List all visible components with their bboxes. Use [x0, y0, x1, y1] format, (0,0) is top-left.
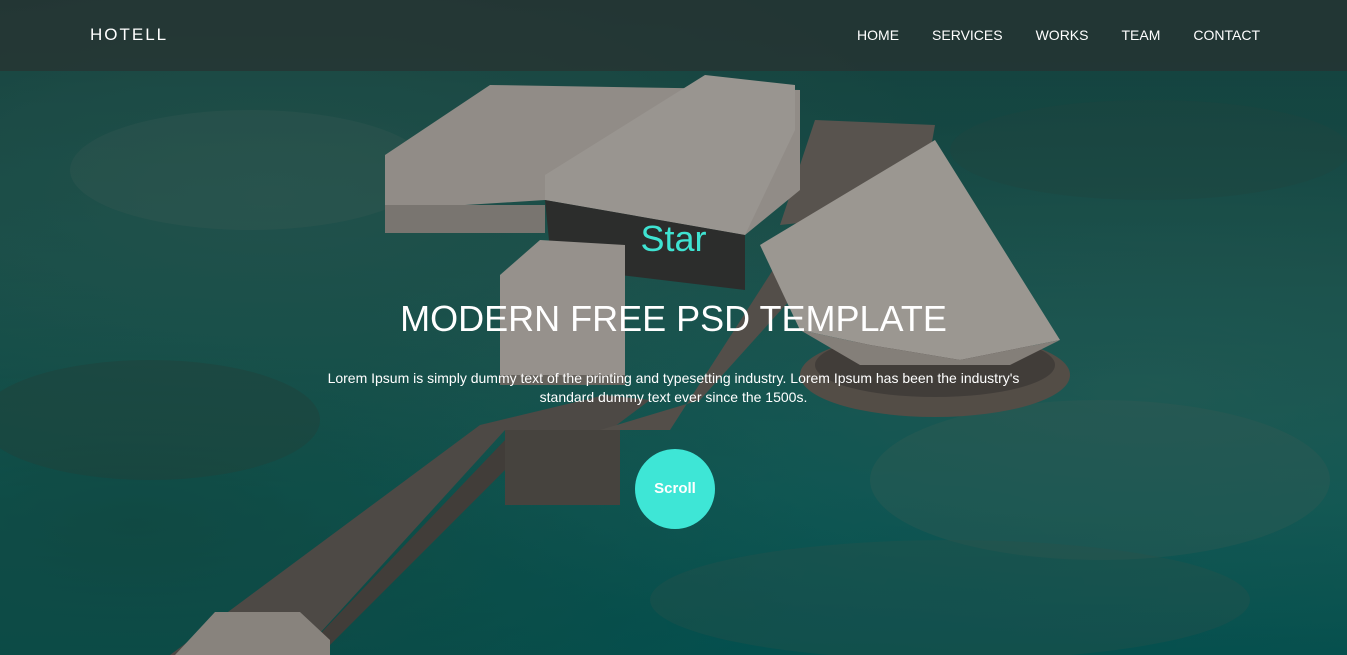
hero-eyebrow: Star — [640, 218, 707, 259]
hero-headline: MODERN FREE PSD TEMPLATE — [400, 298, 947, 339]
hero-description: Lorem Ipsum is simply dummy text of the … — [327, 370, 1020, 405]
hero-section: HOTELL HOME SERVICES WORKS TEAM CONTACT … — [0, 0, 1347, 655]
hero-content: Star MODERN FREE PSD TEMPLATE Lorem Ipsu… — [0, 0, 1347, 655]
scroll-button[interactable]: Scroll — [635, 449, 715, 529]
